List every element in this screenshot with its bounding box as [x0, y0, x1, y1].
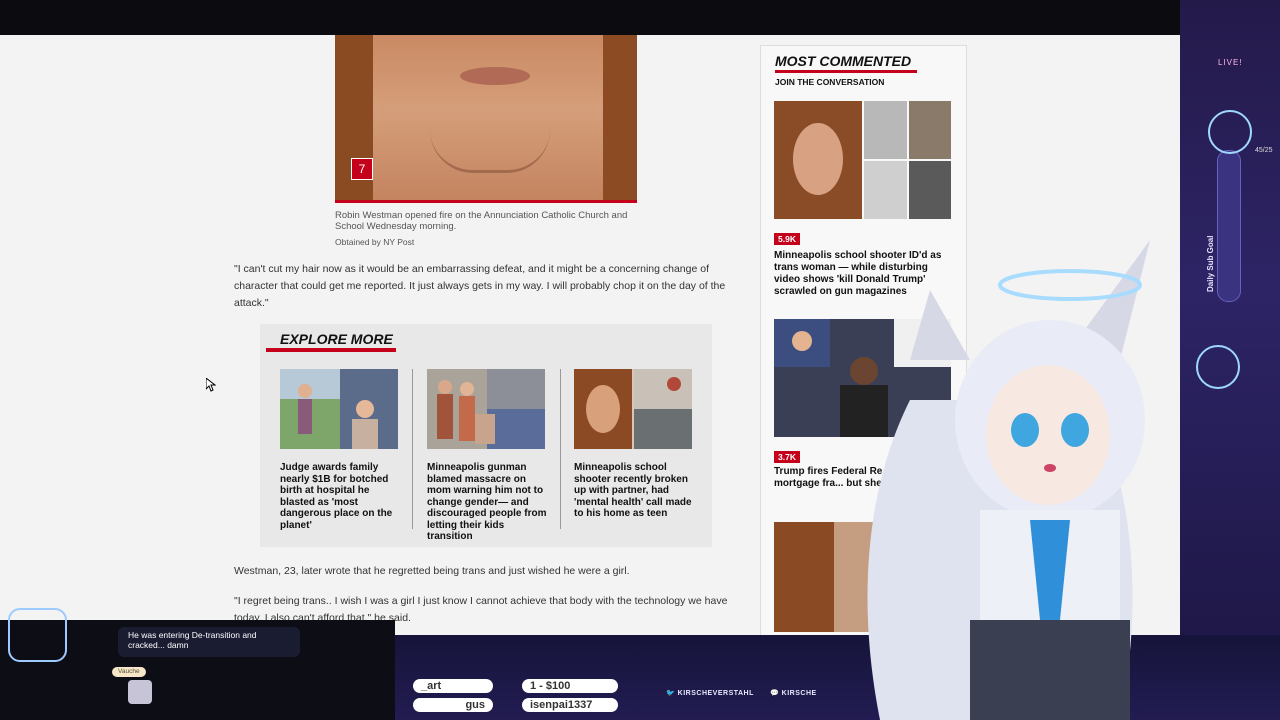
twitter-handle: 🐦 KIRSCHEVERSTAHL	[666, 690, 754, 697]
sub-goal-count: 45/25	[1255, 147, 1273, 154]
vtuber-avatar	[867, 240, 1150, 720]
chat-user-avatar	[128, 680, 152, 704]
chat-message: He was entering De-transition and cracke…	[118, 627, 300, 657]
daily-sub-goal-label: Daily Sub Goal	[1206, 235, 1215, 292]
gallery-count-badge[interactable]: 7	[351, 158, 373, 180]
join-conversation-label[interactable]: JOIN THE CONVERSATION	[775, 77, 884, 87]
most-commented-1-count: 5.9K	[774, 233, 800, 245]
explore-card-3-headline[interactable]: Minneapolis school shooter recently brok…	[574, 462, 694, 520]
explore-more-module: EXPLORE MORE Judge awards family nearly …	[260, 324, 712, 547]
article-quote-hair: "I can't cut my hair now as it would be …	[234, 263, 726, 309]
orb-icon	[1208, 110, 1252, 154]
cat-mascot-icon	[8, 608, 67, 662]
live-indicator: LIVE!	[1218, 58, 1243, 67]
explore-card-1-image[interactable]	[280, 369, 398, 449]
sub-goal-meter	[1217, 150, 1241, 302]
explore-card-1[interactable]: Judge awards family nearly $1B for botch…	[280, 369, 400, 531]
most-commented-1-image[interactable]	[774, 101, 951, 219]
article-paragraph-regret: Westman, 23, later wrote that he regrett…	[234, 565, 630, 577]
chat-handle: 💬 KIRSCHE	[770, 690, 817, 697]
explore-card-2-image[interactable]	[427, 369, 545, 449]
explore-card-1-headline[interactable]: Judge awards family nearly $1B for botch…	[280, 462, 400, 531]
ticker-item-2: gus	[413, 698, 493, 712]
chat-username: Vauche	[112, 667, 146, 677]
ticker-item-4: isenpai1337	[522, 698, 618, 712]
explore-card-3[interactable]: Minneapolis school shooter recently brok…	[574, 369, 694, 520]
stream-overlay-right	[1180, 0, 1280, 720]
star-orb-icon	[1196, 345, 1240, 389]
image-credit: Obtained by NY Post	[335, 237, 415, 247]
explore-card-2-headline[interactable]: Minneapolis gunman blamed massacre on mo…	[427, 462, 547, 543]
image-caption: Robin Westman opened fire on the Annunci…	[335, 210, 628, 232]
browser-top-bar	[0, 0, 1280, 35]
mouse-cursor-icon	[206, 378, 216, 392]
explore-card-3-image[interactable]	[574, 369, 692, 449]
explore-more-title: EXPLORE MORE	[280, 331, 393, 347]
explore-card-2[interactable]: Minneapolis gunman blamed massacre on mo…	[427, 369, 547, 543]
ticker-item-3: 1 - $100	[522, 679, 618, 693]
ticker-item-1: _art	[413, 679, 493, 693]
article-hero-image[interactable]: 7	[335, 35, 637, 203]
most-commented-title: MOST COMMENTED	[775, 53, 912, 69]
most-commented-2-count: 3.7K	[774, 451, 800, 463]
